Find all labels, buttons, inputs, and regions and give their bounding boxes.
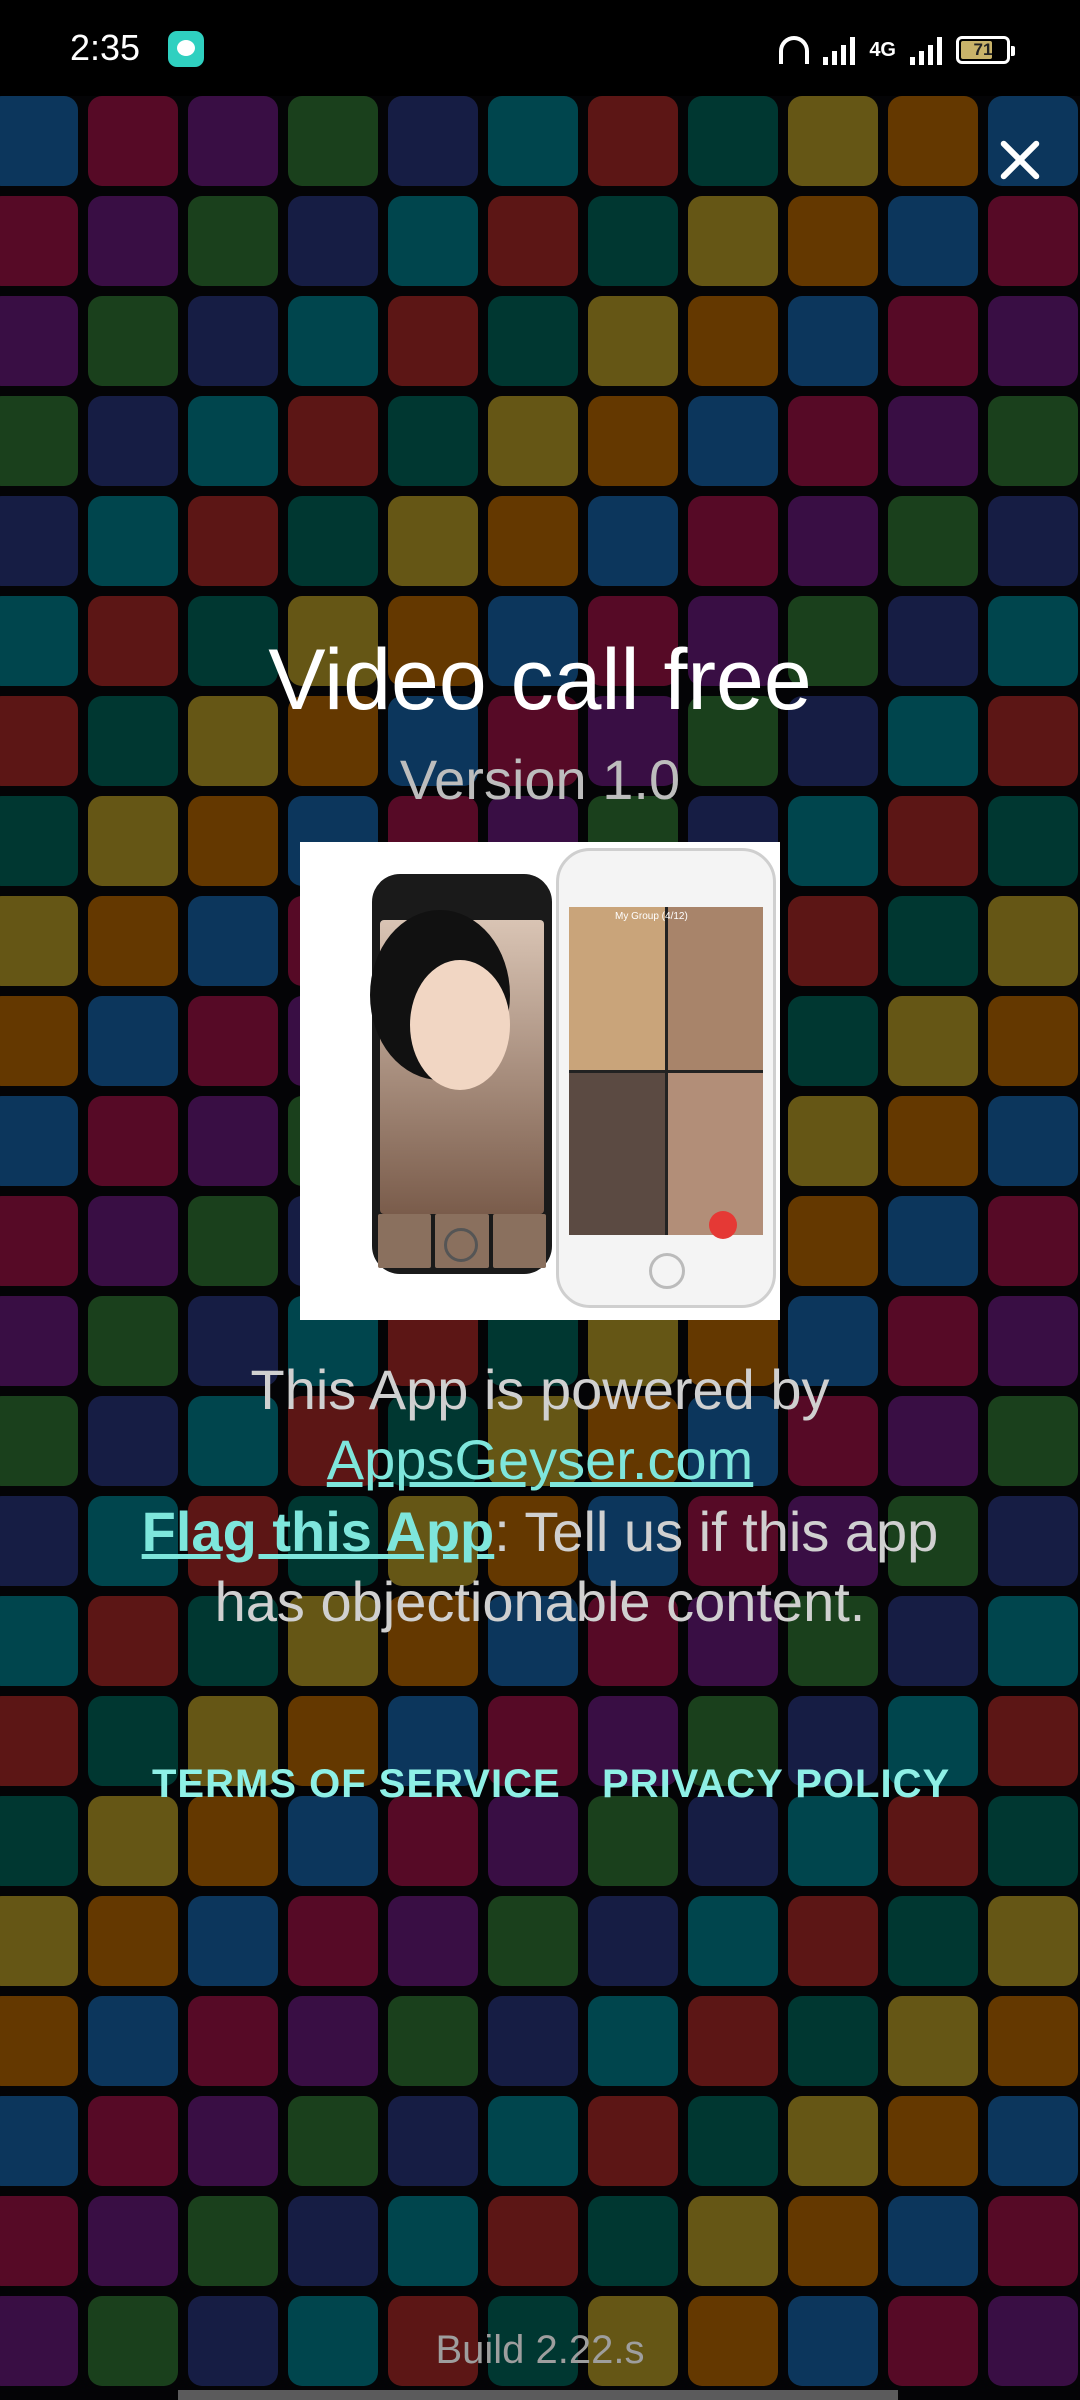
home-button-icon	[444, 1228, 478, 1262]
signal-icon-secondary	[910, 35, 942, 65]
end-call-icon	[709, 1211, 737, 1239]
phone-dark-screen	[380, 920, 544, 1214]
powered-by-link-row: AppsGeyser.com	[0, 1425, 1080, 1495]
status-icons: 4G 71	[779, 30, 1015, 70]
app-title: Video call free	[268, 632, 812, 728]
navigation-bar[interactable]	[178, 2390, 898, 2400]
phone-light-illustration: My Group (4/12)	[556, 848, 776, 1308]
close-button[interactable]	[988, 128, 1052, 192]
terms-of-service-button[interactable]: TERMS OF SERVICE	[152, 1756, 561, 1812]
app-version: Version 1.0	[399, 748, 681, 811]
screen: 2:35 4G 71 Video call free Version 1.0 M…	[0, 0, 1080, 2400]
privacy-policy-button[interactable]: PRIVACY POLICY	[602, 1756, 950, 1812]
headset-icon	[779, 36, 810, 64]
powered-by-text: This App is powered by	[250, 1358, 830, 1421]
status-bar: 2:35 4G 71	[0, 0, 1080, 96]
flag-app-link[interactable]: Flag this App	[142, 1500, 495, 1563]
notification-app-icon	[168, 31, 204, 67]
status-time: 2:35	[70, 27, 141, 68]
group-call-label: My Group (4/12)	[615, 911, 688, 922]
promo-image: My Group (4/12)	[300, 842, 780, 1320]
build-label: Build 2.22.s	[435, 2328, 645, 2372]
appsgeyser-link[interactable]: AppsGeyser.com	[327, 1428, 753, 1491]
battery-icon: 71	[956, 36, 1015, 64]
flag-description: : Tell us if this app	[494, 1500, 939, 1563]
network-type-label: 4G	[869, 38, 896, 61]
battery-level: 71	[973, 40, 993, 59]
home-button-icon	[649, 1253, 685, 1289]
phone-light-screen	[569, 907, 763, 1235]
flag-description-continued: has objectionable content.	[214, 1570, 866, 1633]
signal-icon	[823, 35, 856, 65]
phone-dark-illustration	[372, 874, 552, 1274]
flag-row: Flag this App: Tell us if this app	[0, 1497, 1080, 1567]
